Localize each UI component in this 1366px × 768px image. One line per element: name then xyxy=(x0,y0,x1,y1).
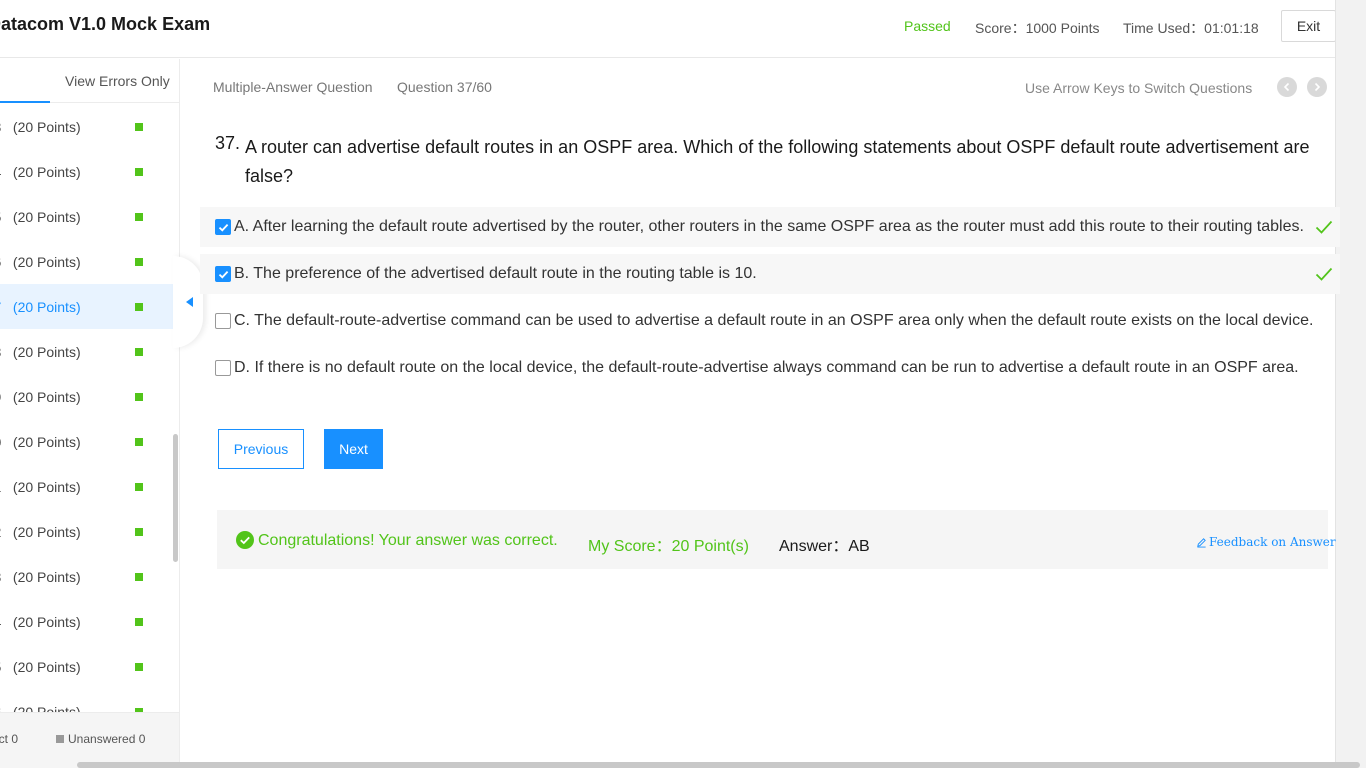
answer-option[interactable]: A. After learning the default route adve… xyxy=(200,207,1340,247)
answered-status-icon xyxy=(135,482,143,491)
answered-status-icon xyxy=(135,392,143,401)
sidebar-question-label: n 42 (20 Points) xyxy=(0,523,81,540)
sidebar-question-label: n 33 (20 Points) xyxy=(0,118,81,135)
next-question-button[interactable] xyxy=(1307,77,1327,97)
correct-answer: Answer：AB xyxy=(779,538,870,555)
answered-status-icon xyxy=(135,257,143,266)
answered-status-icon xyxy=(135,212,143,221)
my-score: My Score：20 Point(s) xyxy=(588,538,749,555)
option-checkbox[interactable] xyxy=(215,266,231,282)
option-checkbox[interactable] xyxy=(215,313,231,329)
checkmark-icon xyxy=(218,270,228,279)
sidebar-question-item[interactable]: n 35 (20 Points) xyxy=(0,194,173,239)
collapse-sidebar-button[interactable] xyxy=(173,256,203,348)
sidebar-question-label: n 37 (20 Points) xyxy=(0,298,81,315)
sidebar-question-label: n 34 (20 Points) xyxy=(0,163,81,180)
answered-status-icon xyxy=(135,437,143,446)
option-text: A. After learning the default route adve… xyxy=(234,218,1304,235)
question-list: n 33 (20 Points) n 34 (20 Points) n 35 (20… xyxy=(0,104,174,712)
time-used: Time Used：01:01:18 xyxy=(1123,20,1259,36)
sidebar-question-item[interactable]: n 37 (20 Points) xyxy=(0,284,173,329)
keyboard-hint: Use Arrow Keys to Switch Questions xyxy=(1025,80,1253,96)
sidebar-question-label: n 38 (20 Points) xyxy=(0,343,81,360)
sidebar-question-item[interactable]: n 44 (20 Points) xyxy=(0,599,173,644)
sidebar-question-label: n 45 (20 Points) xyxy=(0,658,81,675)
unanswered-legend: Unanswered 0 xyxy=(56,732,145,746)
edit-icon xyxy=(1197,537,1206,548)
question-number: 37. xyxy=(215,133,241,153)
unanswered-count: Unanswered 0 xyxy=(68,732,146,746)
caret-left-icon xyxy=(185,297,193,307)
sidebar-question-item[interactable]: n 38 (20 Points) xyxy=(0,329,173,374)
sidebar-question-label: n 44 (20 Points) xyxy=(0,613,81,630)
answered-status-icon xyxy=(135,617,143,626)
prev-question-button[interactable] xyxy=(1277,77,1297,97)
tab-view-errors-only[interactable]: View Errors Only xyxy=(65,73,170,89)
sidebar-tabs: View Errors Only xyxy=(0,59,179,103)
option-checkbox[interactable] xyxy=(215,360,231,376)
next-button[interactable]: Next xyxy=(324,429,383,469)
answer-option[interactable]: B. The preference of the advertised defa… xyxy=(200,254,1340,294)
horizontal-scrollbar[interactable] xyxy=(77,762,1360,768)
option-checkbox[interactable] xyxy=(215,219,231,235)
answered-status-icon xyxy=(135,347,143,356)
sidebar-question-label: n 43 (20 Points) xyxy=(0,568,81,585)
answered-status-icon xyxy=(135,527,143,536)
sidebar-scrollbar[interactable] xyxy=(173,434,178,562)
top-header: Datacom V1.0 Mock Exam Passed Score：1000… xyxy=(0,0,1366,58)
sidebar-footer: ect 0 Unanswered 0 xyxy=(0,712,179,768)
question-index: Question 37/60 xyxy=(397,79,492,95)
question-type: Multiple-Answer Question xyxy=(213,79,373,95)
feedback-link-label: Feedback on Answer xyxy=(1209,535,1336,549)
check-circle-icon xyxy=(236,531,254,549)
correct-tick-icon xyxy=(1315,267,1333,281)
feedback-link[interactable]: Feedback on Answer xyxy=(1196,535,1336,549)
question-text: A router can advertise default routes in… xyxy=(245,137,1310,186)
sidebar-question-item[interactable]: n 41 (20 Points) xyxy=(0,464,173,509)
result-panel: Congratulations! Your answer was correct… xyxy=(217,510,1336,569)
exam-title: Datacom V1.0 Mock Exam xyxy=(0,14,211,34)
answered-status-icon xyxy=(135,167,143,176)
answered-status-icon xyxy=(135,302,143,311)
option-text: D. If there is no default route on the l… xyxy=(234,359,1299,376)
answered-status-icon xyxy=(135,572,143,581)
sidebar-question-item[interactable]: n 39 (20 Points) xyxy=(0,374,173,419)
unanswered-square-icon xyxy=(56,735,64,743)
option-text: B. The preference of the advertised defa… xyxy=(234,265,757,282)
sidebar-question-item[interactable]: n 34 (20 Points) xyxy=(0,149,173,194)
sidebar-question-item[interactable]: n 33 (20 Points) xyxy=(0,104,173,149)
chevron-right-icon xyxy=(1314,82,1321,92)
correct-tick-icon xyxy=(1315,220,1333,234)
sidebar-question-item[interactable]: n 40 (20 Points) xyxy=(0,419,173,464)
exam-status: Passed xyxy=(904,18,951,34)
chevron-left-icon xyxy=(1283,82,1290,92)
sidebar-question-label: n 35 (20 Points) xyxy=(0,208,81,225)
correct-count: ect 0 xyxy=(0,732,19,746)
result-message: Congratulations! Your answer was correct… xyxy=(258,532,558,549)
sidebar-question-item[interactable]: n 42 (20 Points) xyxy=(0,509,173,554)
sidebar-question-label: n 39 (20 Points) xyxy=(0,388,81,405)
previous-button[interactable]: Previous xyxy=(218,429,304,469)
answer-option[interactable]: C. The default-route-advertise command c… xyxy=(200,301,1340,341)
sidebar-question-item[interactable]: n 43 (20 Points) xyxy=(0,554,173,599)
answered-status-icon xyxy=(135,122,143,131)
checkmark-icon xyxy=(218,223,228,232)
sidebar-question-item[interactable]: n 36 (20 Points) xyxy=(0,239,173,284)
exit-button[interactable]: Exit xyxy=(1281,10,1336,42)
sidebar-question-label: n 41 (20 Points) xyxy=(0,478,81,495)
tab-all-questions[interactable] xyxy=(0,59,50,103)
total-score: Score：1000 Points xyxy=(975,20,1100,36)
answer-option[interactable]: D. If there is no default route on the l… xyxy=(200,348,1340,388)
sidebar-question-item[interactable]: n 45 (20 Points) xyxy=(0,644,173,689)
sidebar-question-item[interactable]: n 46 (20 Points) xyxy=(0,689,173,712)
question-sidebar: View Errors Only n 33 (20 Points) n 34 (2… xyxy=(0,59,180,768)
sidebar-question-label: n 36 (20 Points) xyxy=(0,253,81,270)
answered-status-icon xyxy=(135,662,143,671)
sidebar-question-label: n 40 (20 Points) xyxy=(0,433,81,450)
sidebar-question-label: n 46 (20 Points) xyxy=(0,703,81,713)
option-text: C. The default-route-advertise command c… xyxy=(234,312,1314,329)
